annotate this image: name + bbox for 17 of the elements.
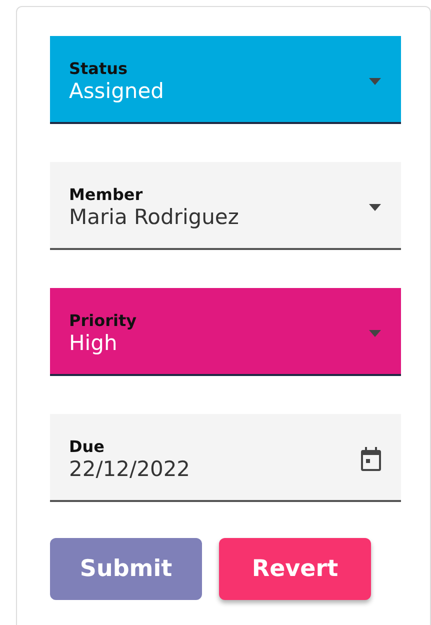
field-label: Member (69, 185, 144, 204)
caret-icon (369, 78, 381, 84)
select-field[interactable]: Member Maria Rodriguez (50, 162, 401, 250)
field-value: Assigned (69, 79, 165, 103)
select-field[interactable]: Status Assigned (50, 36, 401, 124)
field-label: Priority (69, 311, 138, 330)
field-label: Status (69, 59, 129, 78)
caret-icon (369, 204, 381, 210)
date-field[interactable]: Due 22/12/2022 (50, 414, 401, 502)
field-value: Maria Rodriguez (69, 205, 240, 229)
field-value: 22/12/2022 (69, 457, 192, 481)
select-field[interactable]: Priority High (50, 288, 401, 376)
caret-icon (369, 330, 381, 336)
action-button[interactable]: Revert (219, 538, 371, 600)
field-value: High (69, 331, 118, 355)
calendar-icon (361, 447, 381, 471)
field-label: Due (69, 437, 106, 456)
